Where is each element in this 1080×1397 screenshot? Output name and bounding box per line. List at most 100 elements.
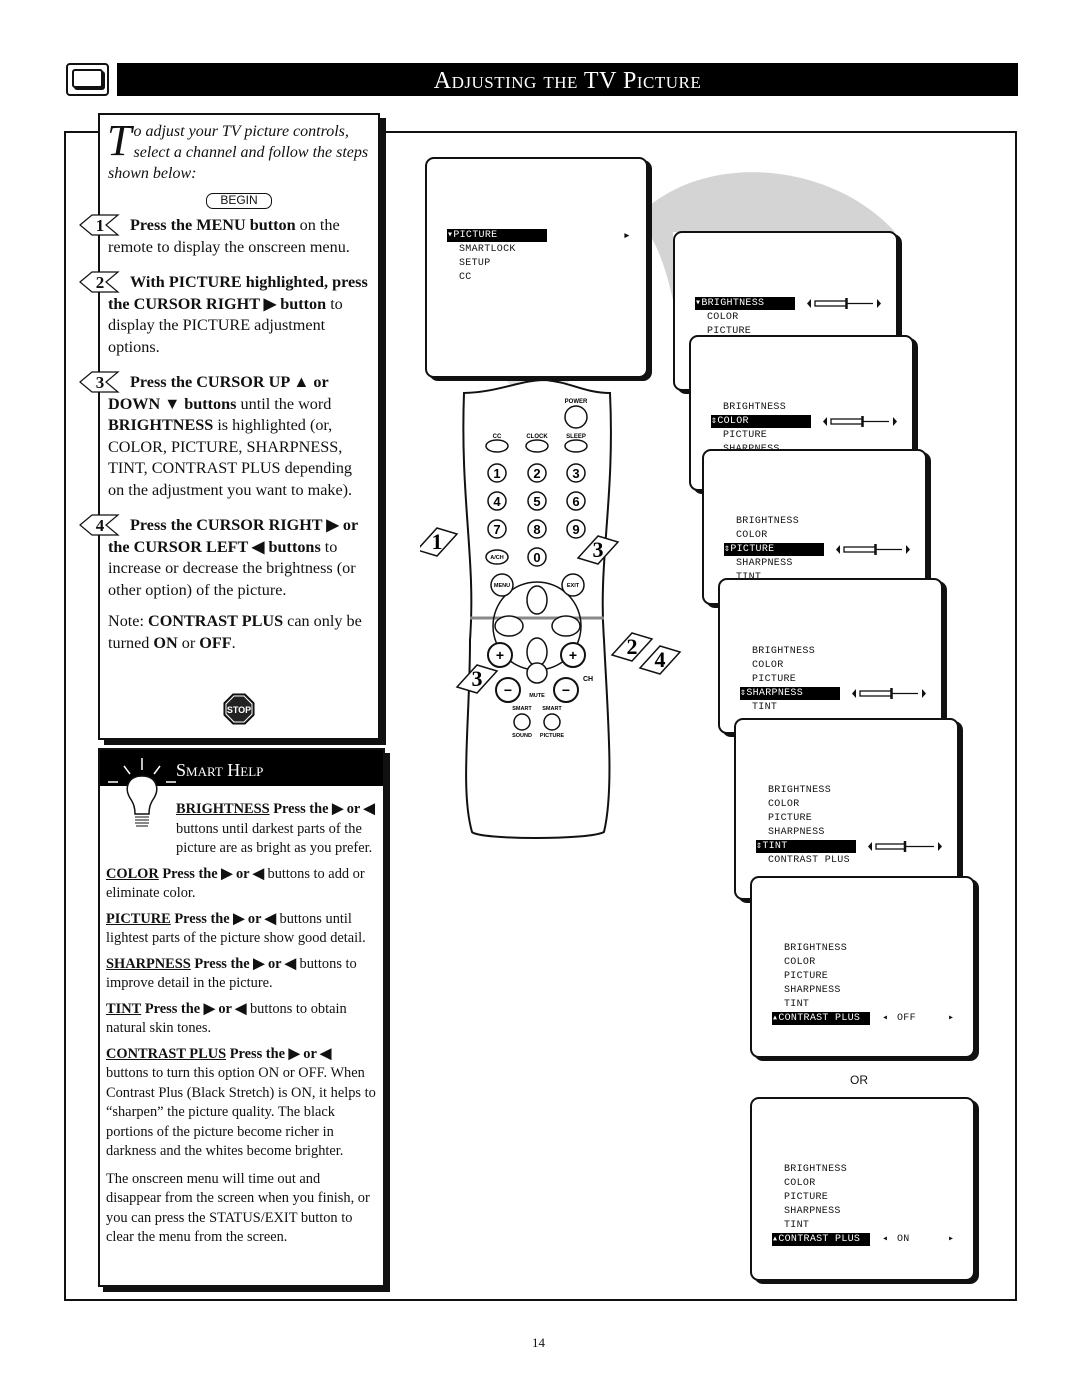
menu-item[interactable]: COLOR [736,529,768,542]
menu-item[interactable]: BRIGHTNESS [768,784,831,797]
value-left-arrow: ◂ [882,1013,889,1024]
digit-6-label: 6 [572,494,579,509]
slider-right-arrow[interactable] [877,299,881,308]
menu-item[interactable]: COLOR [784,1177,816,1190]
level-slider[interactable] [834,543,914,556]
smart-picture-button[interactable] [543,713,561,731]
menu-item[interactable]: SHARPNESS [768,826,825,839]
digit-7-label: 7 [493,522,500,537]
menu-item[interactable]: PICTURE [752,673,796,686]
digit-9-label: 9 [572,522,579,537]
menu-item[interactable]: SETUP [459,257,491,270]
menu-item[interactable]: SHARPNESS [736,557,793,570]
slider-fill [843,546,877,553]
help-press: Press the ▶ or ◀ [273,801,375,817]
menu-item[interactable]: COLOR [768,798,800,811]
level-slider[interactable] [866,840,946,853]
svg-text:+: + [496,647,504,663]
help-press: Press the ▶ or ◀ [144,1000,247,1017]
menu-item[interactable]: ▾BRIGHTNESS [695,297,795,310]
slider-fill [830,418,864,425]
menu-item[interactable]: CONTRAST PLUS [768,854,850,867]
menu-item[interactable]: ⇕SHARPNESS [740,687,840,700]
step-number-badge: 4 [78,513,122,537]
menu-item[interactable]: TINT [784,998,809,1011]
menu-item[interactable]: BRIGHTNESS [723,401,786,414]
value-right-arrow: ▸ [948,1013,955,1024]
menu-item[interactable]: BRIGHTNESS [752,645,815,658]
menu-item[interactable]: SHARPNESS [784,984,841,997]
menu-item[interactable]: ▴CONTRAST PLUS [772,1012,870,1025]
value-right-arrow: ▸ [948,1234,955,1245]
mute-button[interactable] [526,662,548,684]
help-term: TINT [106,1000,142,1017]
smart-sound-label-top: SMART [512,706,532,712]
slider-left-arrow[interactable] [852,689,856,698]
power-button[interactable] [564,405,588,429]
step-number: 3 [95,373,105,392]
menu-item[interactable]: SHARPNESS [784,1205,841,1218]
cursor-down-button[interactable] [526,637,548,667]
smart-sound-button[interactable] [513,713,531,731]
help-text: buttons until darkest parts of the pictu… [176,820,373,857]
slider-left-arrow[interactable] [823,417,827,426]
menu-item[interactable]: TINT [784,1219,809,1232]
step-callout-number: 3 [472,666,483,691]
slider-fill [859,690,893,697]
menu-item[interactable]: TINT [752,701,777,714]
level-slider[interactable] [805,297,885,310]
intro-text: To adjust your TV picture controls, sele… [107,116,370,184]
help-text: buttons to turn this option ON or OFF. W… [106,1065,376,1159]
menu-item[interactable]: BRIGHTNESS [736,515,799,528]
menu-item[interactable]: ⇕COLOR [711,415,811,428]
menu-item[interactable]: ⇕PICTURE [724,543,824,556]
cursor-right-button[interactable] [551,615,581,637]
menu-item[interactable]: ⇕TINT [756,840,856,853]
cursor-left-button[interactable] [494,615,524,637]
menu-item[interactable]: SMARTLOCK [459,243,516,256]
contrast-plus-value: ON [897,1234,910,1245]
menu-item[interactable]: CC [459,271,472,284]
drop-cap: T [107,116,132,165]
slider-right-arrow[interactable] [938,842,942,851]
menu-item[interactable]: PICTURE [784,970,828,983]
help-press: Press the ▶ or ◀ [194,955,296,972]
menu-item[interactable]: ▾PICTURE [447,229,547,242]
menu-item[interactable]: PICTURE [723,429,767,442]
menu-item[interactable]: COLOR [752,659,784,672]
slider-right-arrow[interactable] [906,545,910,554]
menu-item[interactable]: ▴CONTRAST PLUS [772,1233,870,1246]
sleep-button[interactable] [564,439,588,453]
level-slider[interactable] [821,415,901,428]
cc-button[interactable] [485,439,509,453]
step-number: 2 [95,273,105,292]
stop-icon: STOP [223,693,255,725]
clock-button[interactable] [525,439,549,453]
slider-right-arrow[interactable] [893,417,897,426]
cc-label: CC [493,434,502,440]
menu-item[interactable]: BRIGHTNESS [784,942,847,955]
menu-item[interactable]: BRIGHTNESS [784,1163,847,1176]
menu-item[interactable]: PICTURE [784,1191,828,1204]
help-term: PICTURE [106,910,171,927]
begin-label: BEGIN [206,193,272,209]
menu-item[interactable]: COLOR [707,311,739,324]
step-text: Press the CURSOR RIGHT ▶ or the CURSOR L… [108,515,370,601]
power-label: POWER [565,399,588,405]
slider-left-arrow[interactable] [807,299,811,308]
step-text-segment: Press the MENU button [130,216,296,234]
level-slider[interactable] [850,687,930,700]
menu-item[interactable]: COLOR [784,956,816,969]
smart-picture-label-top: SMART [542,706,562,712]
slider-left-arrow[interactable] [836,545,840,554]
page-number: 14 [532,1335,545,1350]
slider-left-arrow[interactable] [868,842,872,851]
tv-screen-6: BRIGHTNESS COLOR PICTURE SHARPNESS ⇕TINT CONT… [734,718,959,900]
digit-5-label: 5 [533,494,540,509]
step-number: 1 [95,216,105,235]
slider-right-arrow[interactable] [922,689,926,698]
menu-item[interactable]: PICTURE [768,812,812,825]
step-text-segment: BRIGHTNESS [108,416,214,434]
cursor-up-button[interactable] [526,585,548,615]
help-press: Press the ▶ or ◀ [229,1045,332,1062]
